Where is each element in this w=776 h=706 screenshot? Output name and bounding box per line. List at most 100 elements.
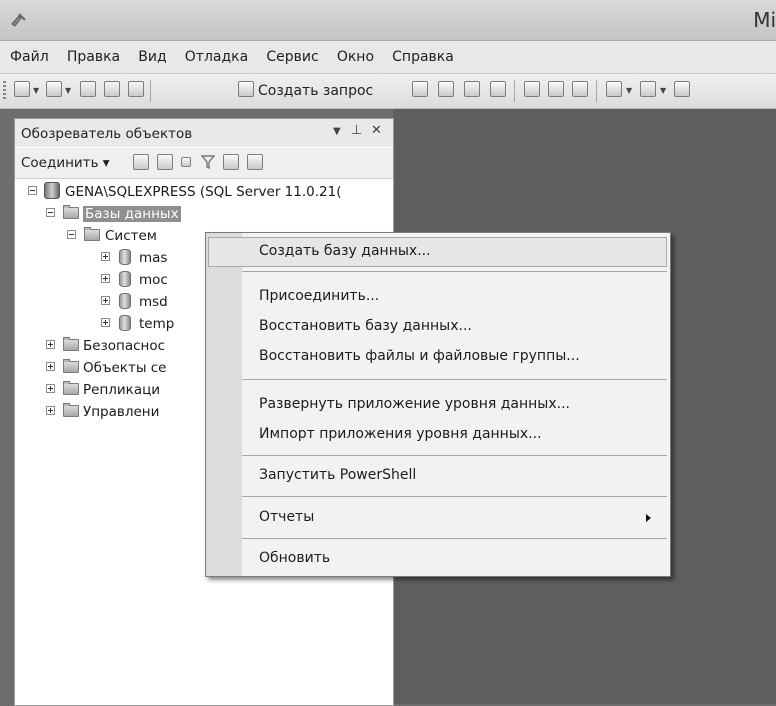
expand-icon[interactable]: [46, 362, 55, 371]
server-icon: [44, 182, 60, 199]
add-item-dropdown-icon[interactable]: ▼: [65, 86, 71, 95]
open-file-icon[interactable]: [80, 81, 96, 101]
menu-item-restore-files[interactable]: Восстановить файлы и файловые группы...: [208, 342, 667, 372]
menu-separator: [242, 455, 667, 456]
tree-node-server[interactable]: GENA\SQLEXPRESS (SQL Server 11.0.21(: [15, 181, 393, 203]
folder-icon: [63, 337, 79, 351]
database-icon: [119, 249, 131, 265]
paste-icon[interactable]: [572, 81, 588, 101]
menu-item-restore-database[interactable]: Восстановить базу данных...: [208, 312, 667, 342]
standard-toolbar: ▼ ▼ Создать запрос ▼ ▼: [0, 74, 776, 109]
menu-tools[interactable]: Сервис: [266, 49, 318, 65]
toolbar-gripper[interactable]: [3, 81, 6, 101]
menu-file[interactable]: Файл: [10, 49, 49, 65]
new-query-icon[interactable]: [238, 81, 254, 101]
menu-item-label: Создать базу данных...: [259, 243, 431, 259]
menu-item-import-data-tier[interactable]: Импорт приложения уровня данных...: [208, 420, 667, 450]
menu-item-label: Восстановить базу данных...: [259, 318, 472, 334]
expand-icon[interactable]: [101, 296, 110, 305]
menu-item-label: Развернуть приложение уровня данных...: [259, 396, 570, 412]
undo-icon[interactable]: [606, 81, 622, 101]
title-bar: Mi: [0, 0, 776, 41]
menu-item-label: Отчеты: [259, 509, 315, 525]
server-label: GENA\SQLEXPRESS (SQL Server 11.0.21(: [65, 184, 342, 200]
menu-bar: Файл Правка Вид Отладка Сервис Окно Спра…: [0, 41, 776, 74]
tree-node-databases[interactable]: Базы данных: [15, 203, 393, 225]
copy-icon[interactable]: [548, 81, 564, 101]
new-project-icon[interactable]: [14, 81, 30, 101]
folder-icon: [63, 381, 79, 395]
menu-view[interactable]: Вид: [138, 49, 166, 65]
menu-item-attach[interactable]: Присоединить...: [208, 282, 667, 312]
menu-help[interactable]: Справка: [392, 49, 454, 65]
menu-window[interactable]: Окно: [337, 49, 374, 65]
menu-item-create-database[interactable]: Создать базу данных...: [208, 237, 667, 267]
mdx-query-icon[interactable]: [438, 81, 454, 101]
database-icon: [119, 315, 131, 331]
save-icon[interactable]: [104, 81, 120, 101]
database-icon: [119, 271, 131, 287]
menu-item-label: Запустить PowerShell: [259, 467, 417, 483]
object-explorer-header: Обозреватель объектов ▼ ⊥ ✕: [15, 119, 393, 147]
collapse-icon[interactable]: [28, 186, 37, 195]
dmx-query-icon[interactable]: [464, 81, 480, 101]
menu-item-label: Присоединить...: [259, 288, 380, 304]
toolbar-separator: [596, 80, 597, 102]
collapse-icon[interactable]: [46, 208, 55, 217]
activity-monitor-icon[interactable]: [247, 154, 263, 174]
disconnect-icon[interactable]: [157, 154, 173, 174]
new-query-button[interactable]: Создать запрос: [258, 83, 373, 99]
redo-dropdown-icon[interactable]: ▼: [660, 86, 666, 95]
menu-separator: [242, 496, 667, 497]
menu-debug[interactable]: Отладка: [185, 49, 248, 65]
connect-button[interactable]: Соединить ▾: [21, 155, 110, 171]
refresh-icon[interactable]: [223, 154, 239, 174]
databases-label: Базы данных: [83, 206, 181, 222]
toolbar-separator: [514, 80, 515, 102]
submenu-arrow-icon: [646, 514, 651, 522]
folder-label: Объекты се: [83, 360, 167, 376]
expand-icon[interactable]: [101, 318, 110, 327]
folder-label: Управлени: [83, 404, 160, 420]
folder-icon: [63, 403, 79, 417]
expand-icon[interactable]: [46, 384, 55, 393]
cut-icon[interactable]: [524, 81, 540, 101]
pin-icon[interactable]: ⊥: [351, 123, 362, 138]
window-position-dropdown-icon[interactable]: ▼: [333, 126, 341, 137]
menu-item-label: Импорт приложения уровня данных...: [259, 426, 542, 442]
menu-separator: [242, 379, 667, 380]
close-icon[interactable]: ✕: [371, 123, 382, 138]
menu-item-label: Восстановить файлы и файловые группы...: [259, 348, 580, 364]
menu-item-deploy-data-tier[interactable]: Развернуть приложение уровня данных...: [208, 390, 667, 420]
folder-icon: [84, 227, 100, 241]
menu-item-reports[interactable]: Отчеты: [208, 503, 667, 533]
xmla-query-icon[interactable]: [490, 81, 506, 101]
connect-object-explorer-icon[interactable]: [133, 154, 149, 174]
database-label: moc: [139, 272, 168, 288]
collapse-icon[interactable]: [67, 230, 76, 239]
app-icon: [10, 12, 28, 32]
database-label: msd: [139, 294, 168, 310]
expand-icon[interactable]: [101, 274, 110, 283]
object-explorer-title: Обозреватель объектов: [21, 126, 193, 142]
folder-label: Безопаснос: [83, 338, 166, 354]
database-engine-query-icon[interactable]: [412, 81, 428, 101]
toolbar-separator: [150, 80, 151, 102]
add-item-icon[interactable]: [46, 81, 62, 101]
new-project-dropdown-icon[interactable]: ▼: [33, 86, 39, 95]
expand-icon[interactable]: [46, 340, 55, 349]
filter-icon[interactable]: [200, 154, 216, 174]
stop-icon[interactable]: [181, 154, 191, 174]
folder-label: Репликаци: [83, 382, 161, 398]
menu-item-start-powershell[interactable]: Запустить PowerShell: [208, 461, 667, 491]
menu-item-refresh[interactable]: Обновить: [208, 544, 667, 574]
save-all-icon[interactable]: [128, 81, 144, 101]
redo-icon[interactable]: [640, 81, 656, 101]
navigate-icon[interactable]: [674, 81, 690, 101]
menu-edit[interactable]: Правка: [67, 49, 120, 65]
menu-item-label: Обновить: [259, 550, 331, 566]
database-label: mas: [139, 250, 168, 266]
undo-dropdown-icon[interactable]: ▼: [626, 86, 632, 95]
expand-icon[interactable]: [46, 406, 55, 415]
expand-icon[interactable]: [101, 252, 110, 261]
